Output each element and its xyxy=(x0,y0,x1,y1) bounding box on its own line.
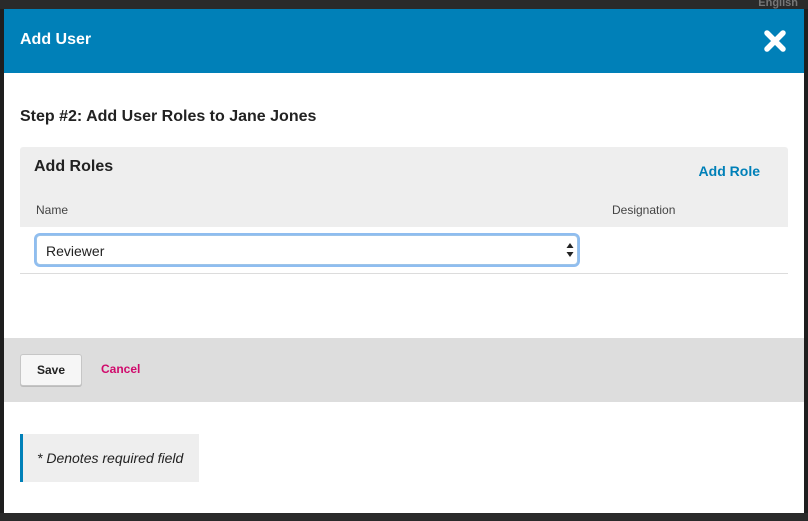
role-select-value: Reviewer xyxy=(46,243,105,259)
close-icon xyxy=(764,30,786,52)
required-note-text: * Denotes required field xyxy=(37,450,184,466)
column-header-designation: Designation xyxy=(612,203,676,217)
role-row: Reviewer xyxy=(20,227,788,274)
roles-panel: Add Roles Add Role Name Designation Revi… xyxy=(20,147,788,274)
role-select[interactable]: Reviewer xyxy=(36,235,578,265)
step-title: Step #2: Add User Roles to Jane Jones xyxy=(20,108,317,125)
cancel-link[interactable]: Cancel xyxy=(101,362,140,376)
save-button[interactable]: Save xyxy=(20,354,82,386)
select-arrows-icon xyxy=(566,243,574,257)
roles-heading: Add Roles xyxy=(34,158,114,175)
language-menu: English xyxy=(758,0,798,9)
form-footer: Save Cancel xyxy=(4,338,804,402)
add-role-link[interactable]: Add Role xyxy=(699,163,760,179)
modal-title: Add User xyxy=(20,31,92,48)
add-user-modal: Add User Step #2: Add User Roles to Jane… xyxy=(4,9,804,513)
column-header-name: Name xyxy=(36,203,69,217)
modal-header: Add User xyxy=(4,9,804,73)
required-field-note: * Denotes required field xyxy=(20,434,199,482)
background-page-bottom xyxy=(0,513,808,521)
close-button[interactable] xyxy=(760,26,790,56)
background-page: English xyxy=(0,0,808,9)
